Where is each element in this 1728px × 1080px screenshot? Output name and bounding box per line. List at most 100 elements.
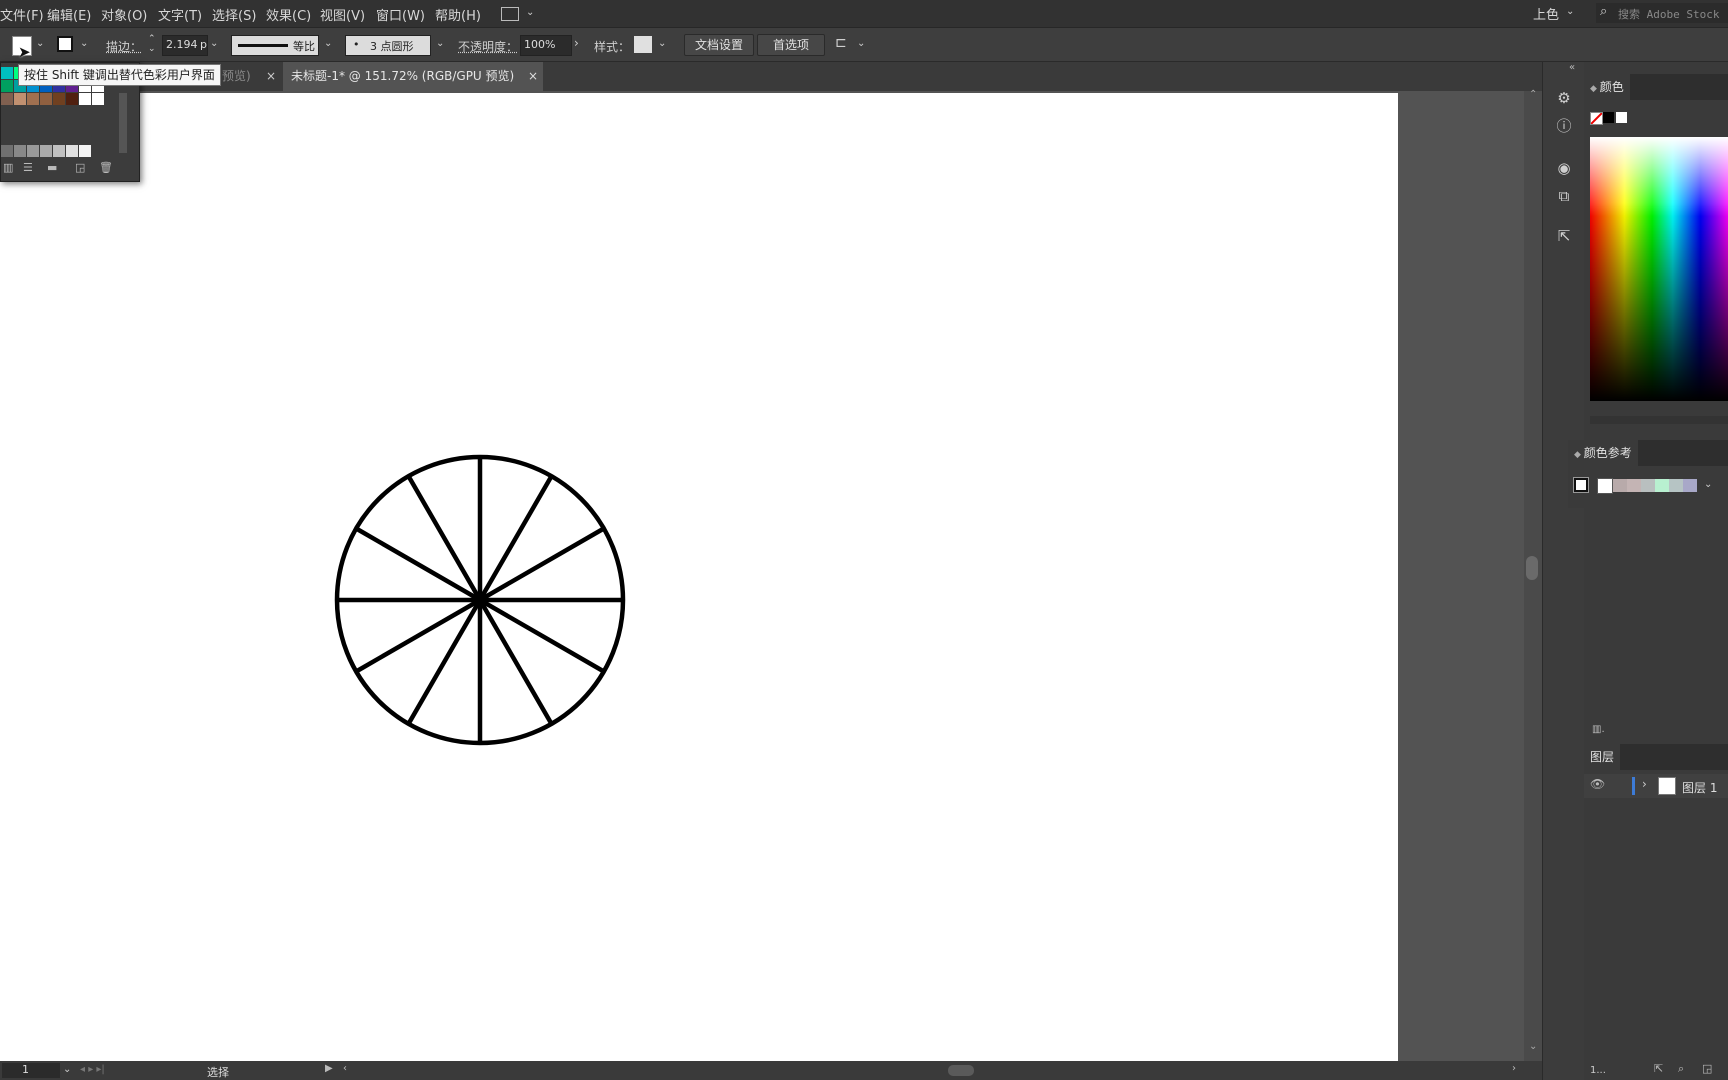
eye-icon[interactable]: 👁 xyxy=(1590,777,1605,791)
expand-arrow-icon[interactable]: › xyxy=(1642,777,1647,791)
horizontal-scroll-thumb[interactable] xyxy=(948,1065,974,1076)
menu-view[interactable]: 视图(V) xyxy=(320,5,365,24)
grey-swatch[interactable] xyxy=(40,145,52,157)
variable-width-profile[interactable]: 等比 xyxy=(231,35,319,56)
chevron-down-icon[interactable]: ⌄ xyxy=(857,38,865,49)
new-layer-icon[interactable]: ◲ xyxy=(1702,1062,1712,1075)
guide-swatch-white[interactable] xyxy=(1597,478,1613,494)
new-swatch-icon[interactable]: ◲ xyxy=(75,161,85,174)
grey-swatch[interactable] xyxy=(1,145,13,157)
swatch[interactable] xyxy=(1,93,13,105)
close-icon[interactable]: × xyxy=(528,62,538,91)
artboard[interactable] xyxy=(0,93,1398,1061)
search-icon[interactable]: ⌕ xyxy=(1678,1062,1684,1076)
guide-swatch[interactable] xyxy=(1683,479,1697,492)
workspace-switcher[interactable]: 上色 xyxy=(1533,4,1559,23)
library-icon[interactable]: ▥ xyxy=(3,161,13,174)
transform-icon[interactable]: ⧉ xyxy=(1554,186,1574,206)
chevron-down-icon[interactable]: ⌄ xyxy=(436,38,444,49)
zoom-field[interactable]: 1 xyxy=(2,1063,60,1078)
document-setup-button[interactable]: 文档设置 xyxy=(684,34,754,56)
layer-row[interactable]: 👁 › 图层 1 xyxy=(1584,774,1728,798)
swatch[interactable] xyxy=(53,93,65,105)
artboard-nav-icon[interactable]: ◂ ▸ ▸| xyxy=(80,1064,105,1075)
layers-panel-title[interactable]: 图层 xyxy=(1584,744,1621,770)
opacity-label[interactable]: 不透明度： xyxy=(458,38,518,55)
swatch-scrollbar[interactable] xyxy=(119,93,127,153)
export-icon[interactable]: ⇱ xyxy=(1654,1062,1663,1075)
white-swatch[interactable] xyxy=(1616,112,1627,123)
search-input[interactable]: 搜索 Adobe Stock xyxy=(1618,6,1719,22)
tab-untitled-1[interactable]: 未标题-1* @ 151.72% (RGB/GPU 预览) × xyxy=(283,62,543,91)
folder-icon[interactable]: ▬ xyxy=(47,161,57,174)
menu-edit[interactable]: 编辑(E) xyxy=(47,5,91,24)
grey-swatch[interactable] xyxy=(66,145,78,157)
swatch[interactable] xyxy=(79,93,91,105)
swatch[interactable] xyxy=(27,93,39,105)
stepper-arrows-icon[interactable]: ⌃ ⌄ xyxy=(148,34,156,54)
guide-swatch[interactable] xyxy=(1669,479,1683,492)
preferences-button[interactable]: 首选项 xyxy=(757,34,825,56)
collapse-icon[interactable]: « xyxy=(1569,62,1575,73)
menu-effect[interactable]: 效果(C) xyxy=(266,5,311,24)
swatch[interactable] xyxy=(1,67,13,79)
chevron-down-icon[interactable]: ⌄ xyxy=(36,38,44,49)
appearance-icon[interactable]: ◉ xyxy=(1554,158,1574,178)
style-swatch[interactable] xyxy=(634,36,652,53)
brush-definition[interactable]: • 3 点圆形 xyxy=(345,35,431,56)
stroke-swatch[interactable] xyxy=(57,36,73,52)
grey-swatch[interactable] xyxy=(14,145,26,157)
stock-search-field[interactable]: ⌕ 搜索 Adobe Stock xyxy=(1596,3,1728,23)
scroll-thumb[interactable] xyxy=(1526,556,1538,580)
vertical-scrollbar[interactable]: ⌃ ⌄ xyxy=(1524,89,1542,1061)
chevron-down-icon[interactable]: ⌄ xyxy=(63,1064,71,1075)
scroll-left-icon[interactable]: ‹ xyxy=(343,1063,347,1074)
wheel-artwork[interactable] xyxy=(330,452,630,752)
scroll-down-icon[interactable]: ⌄ xyxy=(1529,1041,1537,1052)
scroll-up-icon[interactable]: ⌃ xyxy=(1529,89,1537,100)
opacity-field[interactable]: 100% xyxy=(520,35,572,56)
color-spectrum[interactable] xyxy=(1590,137,1728,401)
menu-select[interactable]: 选择(S) xyxy=(212,5,256,24)
black-swatch[interactable] xyxy=(1603,112,1614,123)
menu-window[interactable]: 窗口(W) xyxy=(376,5,425,24)
swatch[interactable] xyxy=(14,93,26,105)
swatch[interactable] xyxy=(40,93,52,105)
gear-icon[interactable]: ⚙ xyxy=(1554,88,1574,108)
play-icon[interactable]: ▶ xyxy=(325,1063,333,1074)
chevron-down-icon[interactable]: ⌄ xyxy=(324,38,332,49)
color-panel-title[interactable]: ◆ 颜色 xyxy=(1584,74,1630,100)
chevron-down-icon[interactable]: ⌄ xyxy=(1704,479,1712,490)
grey-swatch[interactable] xyxy=(27,145,39,157)
library-icon[interactable]: ▥. xyxy=(1592,724,1605,735)
workspace-layout-icon[interactable] xyxy=(501,7,519,21)
export-icon[interactable]: ⇱ xyxy=(1554,226,1574,246)
stroke-weight-field[interactable]: 2.194 p xyxy=(162,35,208,56)
chevron-down-icon[interactable]: ⌄ xyxy=(210,38,218,49)
chevron-right-icon[interactable]: › xyxy=(574,36,579,50)
trash-icon[interactable]: 🗑 xyxy=(99,161,113,174)
menu-file[interactable]: 文件(F) xyxy=(0,5,44,24)
scroll-right-icon[interactable]: › xyxy=(1512,1063,1516,1074)
stroke-label[interactable]: 描边： xyxy=(106,38,142,55)
swatch[interactable] xyxy=(92,93,104,105)
guide-swatch[interactable] xyxy=(1655,479,1669,492)
guide-swatch[interactable] xyxy=(1627,479,1641,492)
chevron-down-icon[interactable]: ⌄ xyxy=(1566,6,1574,17)
swatch[interactable] xyxy=(1,80,13,92)
layer-name[interactable]: 图层 1 xyxy=(1682,779,1717,796)
grey-swatch[interactable] xyxy=(79,145,91,157)
menu-type[interactable]: 文字(T) xyxy=(158,5,202,24)
base-color-swatch[interactable] xyxy=(1573,477,1589,493)
menu-object[interactable]: 对象(O) xyxy=(101,5,147,24)
arrange-documents-icon[interactable]: ⊏ xyxy=(835,35,847,51)
guide-swatch[interactable] xyxy=(1641,479,1655,492)
swatch-options-icon[interactable]: ☰ xyxy=(23,161,33,174)
grey-swatch[interactable] xyxy=(53,145,65,157)
swatch[interactable] xyxy=(66,93,78,105)
menu-help[interactable]: 帮助(H) xyxy=(435,5,481,24)
none-swatch[interactable] xyxy=(1590,112,1603,125)
close-icon[interactable]: × xyxy=(266,62,276,91)
chevron-down-icon[interactable]: ⌄ xyxy=(80,38,88,49)
guide-swatch[interactable] xyxy=(1613,479,1627,492)
